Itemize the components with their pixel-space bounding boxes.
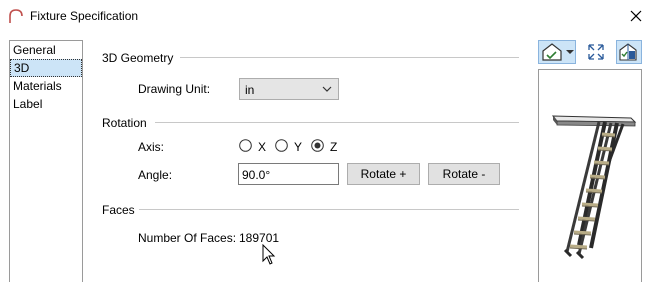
- toggle-view-icon: [619, 43, 637, 61]
- toggle-view-button[interactable]: [616, 40, 642, 64]
- sidebar-item-materials[interactable]: Materials: [10, 77, 82, 95]
- dropdown-arrow-icon: [566, 50, 574, 54]
- axis-x-radio[interactable]: [239, 139, 252, 152]
- mouse-cursor-icon: [262, 244, 276, 265]
- fixture-preview: [538, 69, 642, 282]
- title-bar: Fixture Specification: [0, 0, 653, 32]
- arch-icon: [9, 9, 23, 23]
- camera-view-icon: [542, 43, 574, 61]
- section-divider: [180, 57, 519, 58]
- section-title-rotation: Rotation: [102, 116, 147, 130]
- angle-value: 90.0°: [242, 168, 271, 182]
- rotate-plus-button[interactable]: Rotate +: [347, 163, 420, 185]
- fill-window-button[interactable]: [583, 40, 609, 64]
- axis-label: Axis:: [138, 140, 165, 154]
- sidebar-item-label[interactable]: Label: [10, 95, 82, 113]
- number-of-faces-label: Number Of Faces:: [138, 231, 237, 245]
- drawing-unit-value: in: [245, 83, 255, 97]
- axis-y-label[interactable]: Y: [294, 140, 302, 154]
- angle-input[interactable]: 90.0°: [238, 163, 339, 185]
- category-list[interactable]: General 3D Materials Label: [9, 40, 83, 282]
- camera-view-dropdown-button[interactable]: [538, 40, 576, 64]
- number-of-faces-value: 189701: [239, 231, 280, 245]
- axis-x-label[interactable]: X: [258, 140, 266, 154]
- axis-y-radio[interactable]: [275, 139, 288, 152]
- rotate-minus-button[interactable]: Rotate -: [428, 163, 500, 185]
- section-divider: [155, 122, 519, 123]
- angle-label: Angle:: [138, 168, 173, 182]
- axis-z-radio[interactable]: [311, 139, 324, 152]
- close-button[interactable]: [622, 4, 650, 28]
- section-title-3d-geometry: 3D Geometry: [102, 51, 174, 65]
- drawing-unit-select[interactable]: in: [239, 78, 339, 100]
- axis-z-label[interactable]: Z: [330, 140, 337, 154]
- sidebar-item-general[interactable]: General: [10, 41, 82, 59]
- section-divider: [139, 209, 519, 210]
- drawing-unit-label: Drawing Unit:: [138, 82, 211, 96]
- fill-window-icon: [588, 44, 604, 60]
- section-title-faces: Faces: [102, 203, 135, 217]
- chevron-down-icon: [322, 86, 332, 92]
- sidebar-item-3d[interactable]: 3D: [10, 59, 82, 77]
- window-title: Fixture Specification: [30, 9, 139, 23]
- close-icon: [630, 10, 642, 22]
- attic-ladder-image: [551, 115, 637, 260]
